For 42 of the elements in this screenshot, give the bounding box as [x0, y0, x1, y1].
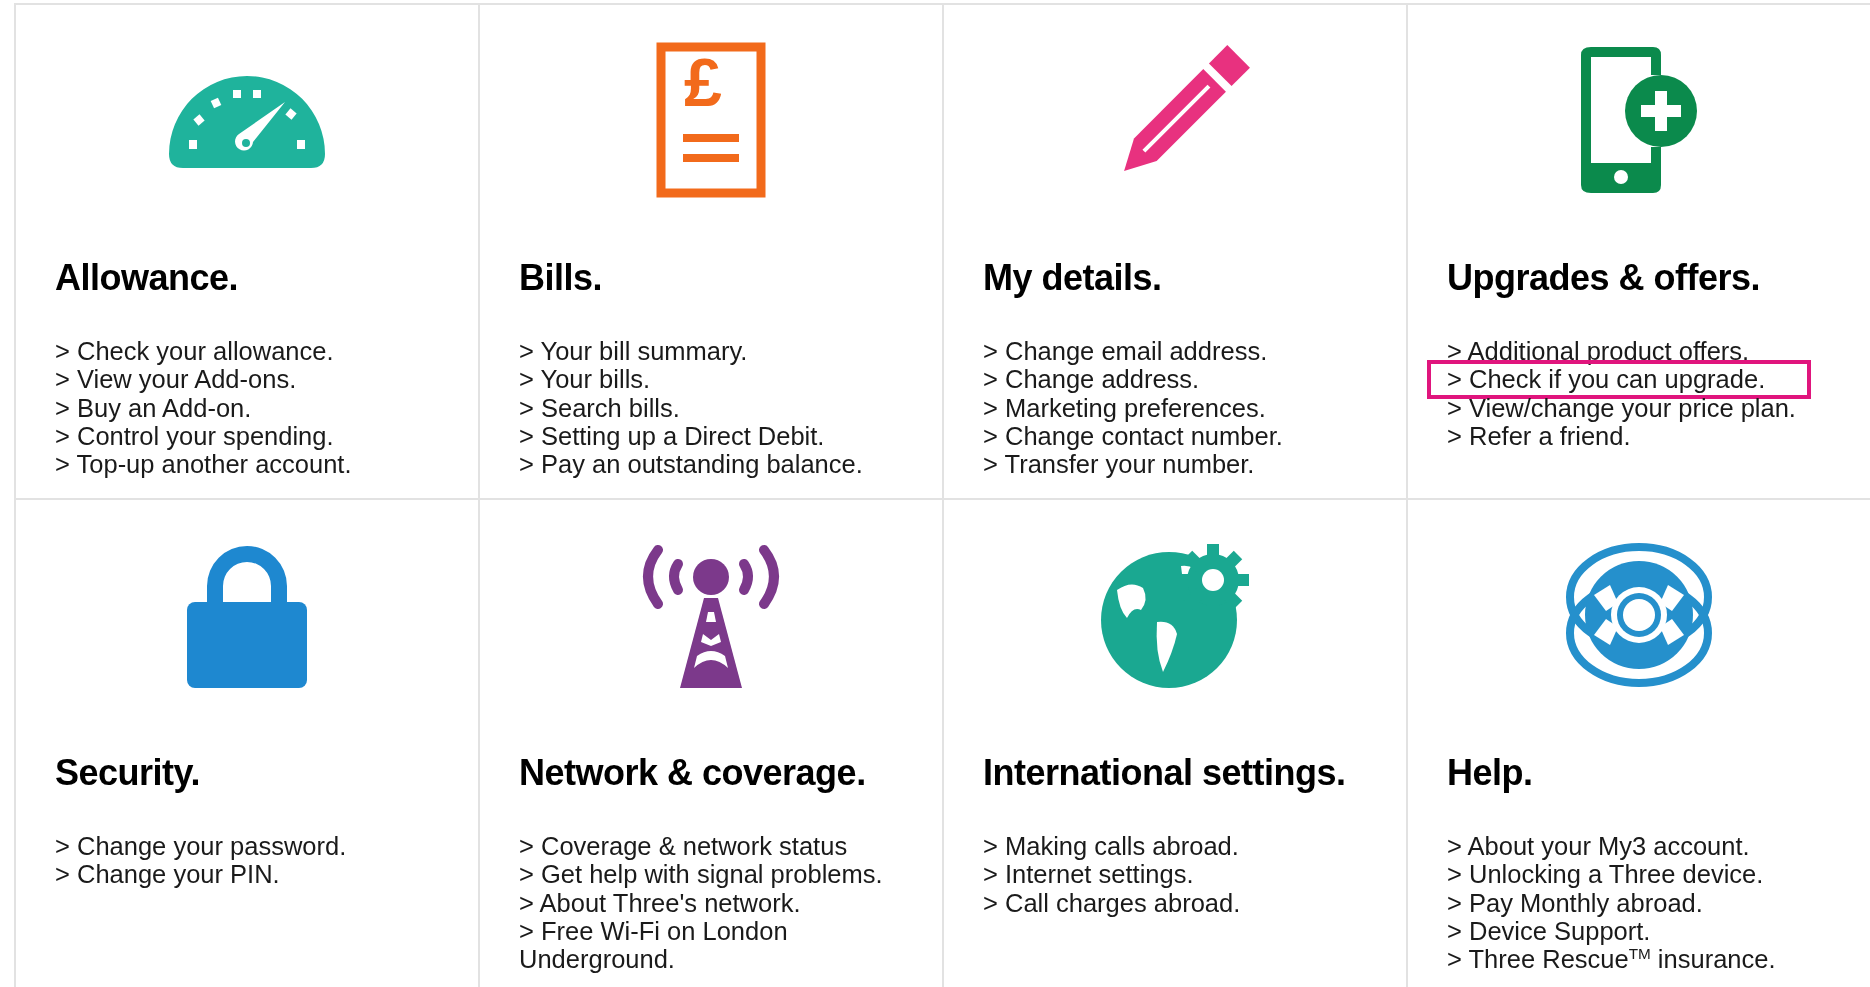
menu-link[interactable]: > Marketing preferences. — [983, 393, 1266, 422]
menu-link[interactable]: > Setting up a Direct Debit. — [519, 421, 825, 451]
menu-link[interactable]: > Change email address. — [983, 337, 1268, 366]
section-heading: Bills. — [519, 257, 604, 299]
menu-link[interactable]: > Coverage & network status — [519, 832, 848, 861]
menu-link[interactable]: > Check if you can upgrade. — [1447, 365, 1766, 394]
menu-link[interactable]: > Buy an Add-on. — [55, 393, 252, 422]
menu-link[interactable]: > View your Add-ons. — [55, 365, 297, 394]
menu-link[interactable]: > About Three's network. — [519, 888, 801, 917]
menu-link[interactable]: > Your bill summary. — [519, 337, 748, 366]
section-heading: Allowance. — [55, 257, 240, 299]
menu-link[interactable]: > Change your PIN. — [55, 860, 280, 889]
menu-link[interactable]: > Unlocking a Three device. — [1447, 860, 1764, 889]
menu-link[interactable]: > Change your password. — [55, 832, 347, 861]
menu-link[interactable]: > Your bills. — [519, 365, 651, 394]
menu-link[interactable]: > Control your spending. — [55, 421, 334, 451]
section-heading: Upgrades & offers. — [1447, 257, 1762, 299]
menu-link[interactable]: > Call charges abroad. — [983, 888, 1241, 917]
menu-link[interactable]: > Check your allowance. — [55, 337, 334, 366]
menu-link[interactable]: > About your My3 account. — [1447, 832, 1750, 861]
menu-link[interactable]: > Refer a friend. — [1447, 421, 1631, 451]
menu-link[interactable]: > Change contact number. — [983, 421, 1283, 451]
section-heading: Help. — [1447, 752, 1534, 794]
menu-link[interactable]: > View/change your price plan. — [1447, 393, 1796, 422]
menu-link[interactable]: > Top-up another account. — [55, 450, 352, 479]
pound-sign: £ — [684, 48, 722, 116]
menu-link[interactable]: > Internet settings. — [983, 860, 1194, 889]
section-heading: Network & coverage. — [519, 752, 867, 794]
menu-link[interactable]: > Search bills. — [519, 393, 680, 422]
menu-link[interactable]: > Pay Monthly abroad. — [1447, 888, 1703, 917]
section-heading: My details. — [983, 257, 1163, 299]
menu-link[interactable]: > Get help with signal problems. — [519, 860, 883, 889]
menu-link[interactable]: > Device Support. — [1447, 916, 1651, 946]
section-heading: Security. — [55, 752, 201, 794]
menu-link[interactable]: > Pay an outstanding balance. — [519, 450, 863, 479]
menu-link[interactable]: > Free Wi-Fi on London Underground. — [519, 916, 924, 974]
menu-link[interactable]: > Additional product offers. — [1447, 337, 1750, 366]
menu-link[interactable]: > Making calls abroad. — [983, 832, 1239, 861]
menu-link[interactable]: > Transfer your number. — [983, 450, 1255, 479]
menu-link[interactable]: > Change address. — [983, 365, 1200, 394]
section-heading: International settings. — [983, 752, 1347, 794]
menu-link[interactable]: > Three Rescue$^{TM}$ insurance. — [1447, 945, 1776, 974]
